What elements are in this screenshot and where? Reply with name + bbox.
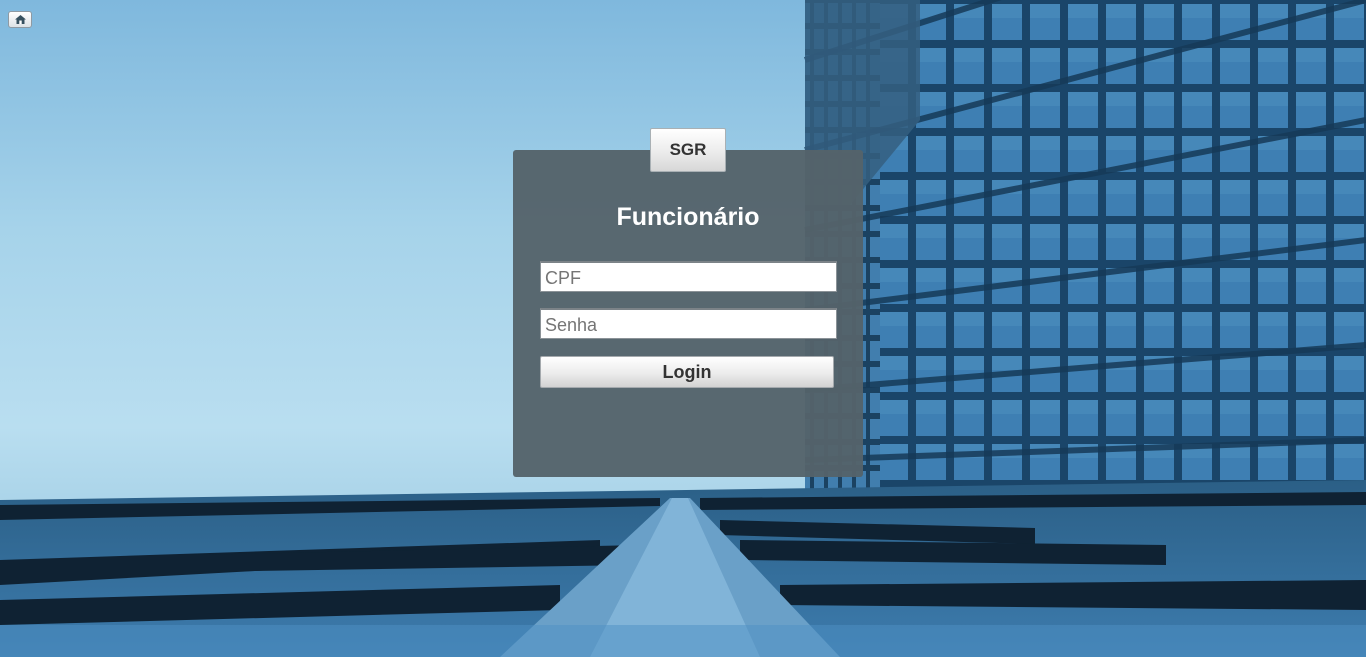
home-icon (14, 15, 26, 24)
password-input[interactable] (540, 308, 837, 339)
cpf-input[interactable] (540, 261, 837, 292)
panel-title: Funcionário (616, 203, 760, 231)
home-button[interactable] (8, 11, 32, 28)
sgr-tab-button[interactable]: SGR (650, 128, 726, 172)
login-page: SGR Funcionário Login (0, 0, 1366, 657)
login-button[interactable]: Login (540, 356, 834, 388)
